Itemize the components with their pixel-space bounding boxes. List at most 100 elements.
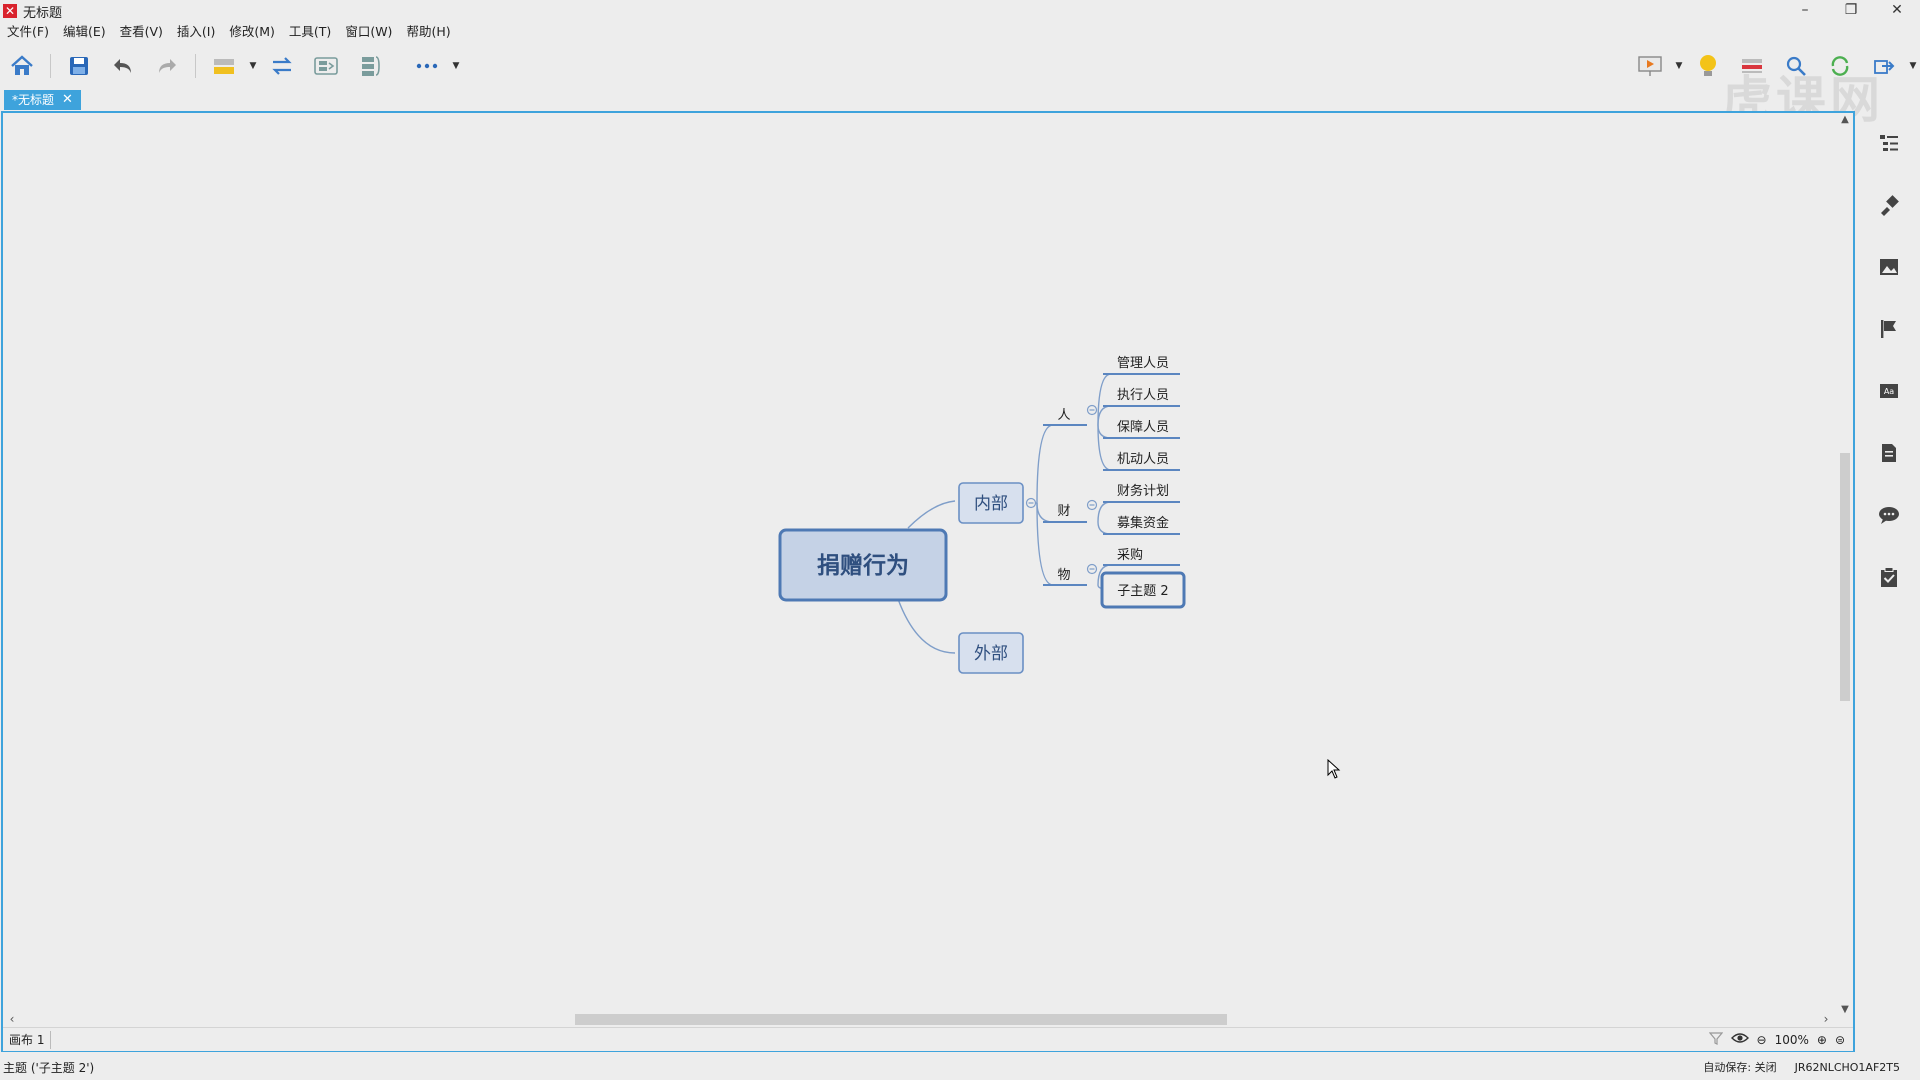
scroll-down-icon[interactable]: ▼ [1837,1003,1853,1017]
undo-icon[interactable] [101,48,145,84]
editor-area: 捐赠行为 内部 外部 人 财 物 管理人员 执行人员 保障人员 机动人员 财务计… [1,111,1855,1052]
horizontal-scrollbar[interactable]: ‹ › [3,1011,1837,1027]
toolbar: ▼ ▼ ▼ ▼ 虎课网 [0,44,1920,129]
menu-tools[interactable]: 工具(T) [282,22,338,42]
svg-text:Aa: Aa [1884,387,1894,396]
scroll-right-icon[interactable]: › [1819,1011,1833,1027]
leaf-topic[interactable]: 机动人员 [1117,452,1169,467]
topic-icon[interactable] [202,48,246,84]
selection-status: 主题 ('子主题 2') [3,1060,95,1075]
connectors [897,373,1179,654]
autosave-status[interactable]: 自动保存: 关闭 [1703,1059,1776,1075]
connector-sub-people [1036,424,1087,504]
leaf-topic[interactable]: 募集资金 [1117,515,1169,531]
more-dropdown-icon[interactable]: ▼ [449,48,463,84]
menu-file[interactable]: 文件(F) [0,22,56,42]
relationship-icon[interactable] [260,48,304,84]
canvas-footer: 画布 1 ⊖ 100% ⊕ ⊜ [3,1027,1853,1051]
topic-dropdown-icon[interactable]: ▼ [246,48,260,84]
status-bar: 主题 ('子主题 2') 自动保存: 关闭 JR62NLCHO1AF2T5 [0,1054,1920,1080]
central-topic-label: 捐赠行为 [817,552,909,579]
presentation-dropdown-icon[interactable]: ▼ [1672,48,1686,84]
vertical-scrollbar[interactable]: ▲ ▼ [1837,113,1853,1019]
image-icon[interactable] [1858,236,1920,298]
home-icon[interactable] [0,48,44,84]
document-tabs: *无标题 ✕ [0,90,1920,112]
scroll-up-icon[interactable]: ▲ [1837,113,1853,127]
menu-edit[interactable]: 编辑(E) [56,22,113,42]
window-title: 无标题 [23,5,63,21]
toolbar-divider [195,54,196,78]
leaf-topic[interactable]: 财务计划 [1117,483,1169,499]
search-icon[interactable] [1774,48,1818,84]
central-topic[interactable]: 捐赠行为 [778,528,948,602]
status-right: 自动保存: 关闭 JR62NLCHO1AF2T5 [1703,1054,1900,1080]
export-dropdown-icon[interactable]: ▼ [1906,48,1920,84]
selected-topic[interactable]: 子主题 2 [1100,571,1186,609]
menu-modify[interactable]: 修改(M) [222,22,282,42]
zoom-level: 100% [1774,1032,1809,1047]
outline-view-icon[interactable] [1730,48,1774,84]
branch-external-label: 外部 [974,644,1008,664]
minimize-icon[interactable]: – [1782,0,1828,22]
menu-help[interactable]: 帮助(H) [399,22,457,42]
zoom-out-icon[interactable]: ⊖ [1757,1033,1767,1047]
sheet-tab[interactable]: 画布 1 [3,1030,52,1049]
summary-icon[interactable] [304,48,348,84]
outline-icon[interactable] [1858,112,1920,174]
idea-icon[interactable] [1686,48,1730,84]
scroll-left-icon[interactable]: ‹ [5,1011,19,1027]
comment-icon[interactable] [1858,484,1920,546]
format-brush-icon[interactable] [1858,174,1920,236]
branch-internal[interactable]: 内部 [958,482,1024,524]
toolbar-divider [398,54,399,78]
close-icon[interactable]: ✕ [1874,0,1920,22]
leaf-topic[interactable]: 保障人员 [1117,420,1169,435]
account-id[interactable]: JR62NLCHO1AF2T5 [1795,1061,1900,1074]
share-icon[interactable] [1818,48,1862,84]
menu-window[interactable]: 窗口(W) [338,22,399,42]
right-sidebar: Aa [1858,112,1920,1052]
subtopic-goods[interactable]: 物 [1057,568,1070,583]
leaf-topic[interactable]: 执行人员 [1117,388,1169,403]
mindmap-canvas[interactable]: 捐赠行为 内部 外部 人 财 物 管理人员 执行人员 保障人员 机动人员 财务计… [3,113,1835,1019]
selected-topic-label: 子主题 2 [1117,584,1168,599]
menu-view[interactable]: 查看(V) [113,22,170,42]
window-controls: – ❐ ✕ [1782,0,1920,22]
mindmap-svg: 捐赠行为 内部 外部 人 财 物 管理人员 执行人员 保障人员 机动人员 财务计… [778,356,1186,674]
subtopic-money[interactable]: 财 [1057,504,1070,519]
redo-icon[interactable] [145,48,189,84]
subtopic-people[interactable]: 人 [1057,408,1070,423]
leaf-topic[interactable]: 采购 [1117,547,1143,563]
task-icon[interactable] [1858,546,1920,608]
save-icon[interactable] [57,48,101,84]
restore-icon[interactable]: ❐ [1828,0,1874,22]
tab-untitled[interactable]: *无标题 ✕ [4,90,81,110]
notes-icon[interactable] [1858,422,1920,484]
menu-insert[interactable]: 插入(I) [170,22,222,42]
tab-label: *无标题 [12,93,55,107]
presentation-icon[interactable] [1628,48,1672,84]
leaf-underlines [1043,373,1180,586]
text-style-icon[interactable]: Aa [1858,360,1920,422]
marker-flag-icon[interactable] [1858,298,1920,360]
connector-central-internal [907,500,956,529]
horizontal-scroll-thumb[interactable] [575,1014,1227,1025]
title-bar: ✕ 无标题 – ❐ ✕ [0,0,1920,22]
more-icon[interactable] [405,48,449,84]
branch-internal-label: 内部 [974,494,1008,514]
tab-close-icon[interactable]: ✕ [62,90,73,110]
boundary-icon[interactable] [348,48,392,84]
export-icon[interactable] [1862,48,1906,84]
vertical-scroll-thumb[interactable] [1840,453,1850,701]
xmind-icon: ✕ [3,4,17,18]
leaf-topic[interactable]: 管理人员 [1117,356,1169,371]
eye-icon[interactable] [1730,1032,1749,1047]
branch-external[interactable]: 外部 [958,632,1024,674]
mouse-cursor-icon [1327,758,1341,783]
zoom-in-icon[interactable]: ⊕ [1817,1033,1827,1047]
fit-icon[interactable]: ⊜ [1835,1033,1845,1047]
filter-icon[interactable] [1708,1031,1723,1048]
menu-bar: 文件(F) 编辑(E) 查看(V) 插入(I) 修改(M) 工具(T) 窗口(W… [0,22,1920,42]
toolbar-right: ▼ ▼ [1628,44,1920,88]
